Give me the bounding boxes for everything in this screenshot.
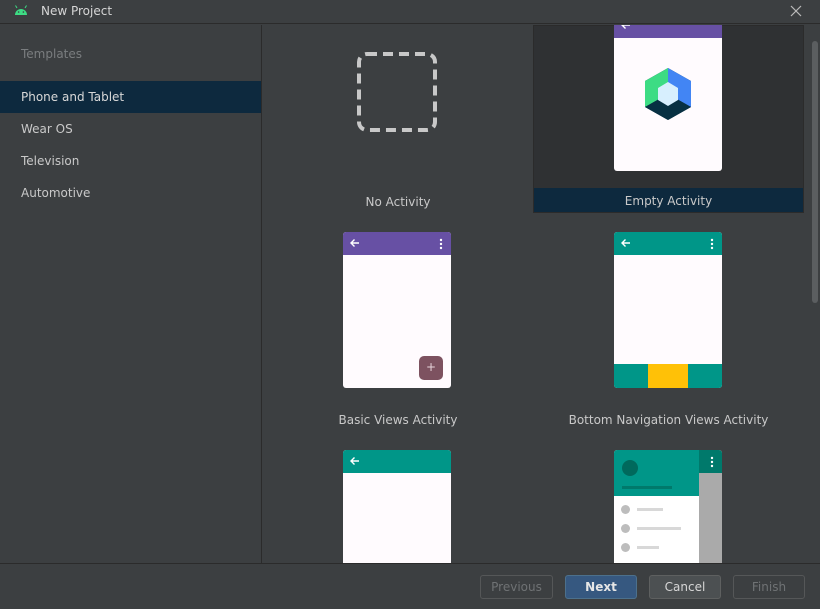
preview-appbar <box>614 25 722 38</box>
sidebar-item-phone-and-tablet[interactable]: Phone and Tablet <box>0 81 261 113</box>
bottom-navigation-selected-item <box>648 364 688 388</box>
template-card-basic-views-activity[interactable]: + Basic Views Activity <box>263 231 533 431</box>
close-icon[interactable] <box>788 3 804 19</box>
templates-sidebar: Templates Phone and Tablet Wear OS Telev… <box>0 25 262 563</box>
back-arrow-icon <box>621 25 630 29</box>
template-card-empty-activity[interactable]: Empty Activity <box>533 25 804 213</box>
preview-appbar <box>343 232 451 255</box>
template-gallery: No Activity Empty Activity + Basic Views… <box>263 25 809 563</box>
drawer-item-line <box>637 527 681 530</box>
back-arrow-icon <box>350 239 359 247</box>
back-arrow-icon <box>621 239 630 247</box>
window-title: New Project <box>41 4 113 18</box>
drawer-appbar-right <box>699 450 722 473</box>
templates-section-label: Templates <box>21 47 83 61</box>
empty-activity-preview <box>614 25 722 171</box>
cancel-button[interactable]: Cancel <box>649 575 721 599</box>
template-5-preview <box>343 450 451 563</box>
template-label: Bottom Navigation Views Activity <box>568 413 769 427</box>
compose-logo-icon <box>645 68 691 120</box>
avatar <box>622 460 638 476</box>
scrollbar-thumb[interactable] <box>812 41 818 303</box>
previous-button[interactable]: Previous <box>480 575 553 599</box>
fab-add-icon: + <box>419 356 443 380</box>
drawer-item-icon <box>621 505 630 514</box>
dialog-footer: Previous Next Cancel Finish <box>0 563 820 609</box>
no-activity-placeholder-icon <box>357 52 437 132</box>
overflow-menu-icon <box>439 238 443 250</box>
android-icon <box>15 5 27 15</box>
template-label: Empty Activity <box>624 194 713 208</box>
overflow-menu-icon <box>710 238 714 250</box>
next-button[interactable]: Next <box>565 575 637 599</box>
template-card-no-activity[interactable]: No Activity <box>263 25 533 213</box>
title-bar: New Project <box>0 0 820 24</box>
basic-views-preview: + <box>343 232 451 388</box>
preview-appbar <box>614 232 722 255</box>
template-card-6[interactable] <box>533 449 804 563</box>
drawer-item-line <box>637 508 663 511</box>
sidebar-item-wear-os[interactable]: Wear OS <box>0 113 261 145</box>
back-arrow-icon <box>350 457 359 465</box>
drawer-header-line <box>622 486 672 489</box>
overflow-menu-icon <box>710 456 714 468</box>
sidebar-item-automotive[interactable]: Automotive <box>0 177 261 209</box>
gallery-scrollbar[interactable] <box>810 25 820 563</box>
sidebar-item-label: Television <box>21 154 80 168</box>
template-card-bottom-navigation-views-activity[interactable]: Bottom Navigation Views Activity <box>533 231 804 431</box>
drawer-item-icon <box>621 543 630 552</box>
sidebar-item-label: Wear OS <box>21 122 73 136</box>
preview-appbar <box>343 450 451 473</box>
template-card-5[interactable] <box>263 449 533 563</box>
drawer-item-line <box>637 546 659 549</box>
drawer-header <box>614 450 699 496</box>
bottom-navigation-preview <box>614 232 722 388</box>
template-label: No Activity <box>365 195 431 209</box>
sidebar-item-television[interactable]: Television <box>0 145 261 177</box>
bottom-navigation-bar <box>614 364 722 388</box>
finish-button[interactable]: Finish <box>733 575 805 599</box>
template-6-preview <box>614 450 722 563</box>
template-label: Basic Views Activity <box>338 413 458 427</box>
sidebar-item-label: Automotive <box>21 186 91 200</box>
drawer-item-icon <box>621 524 630 533</box>
sidebar-item-label: Phone and Tablet <box>21 90 125 104</box>
